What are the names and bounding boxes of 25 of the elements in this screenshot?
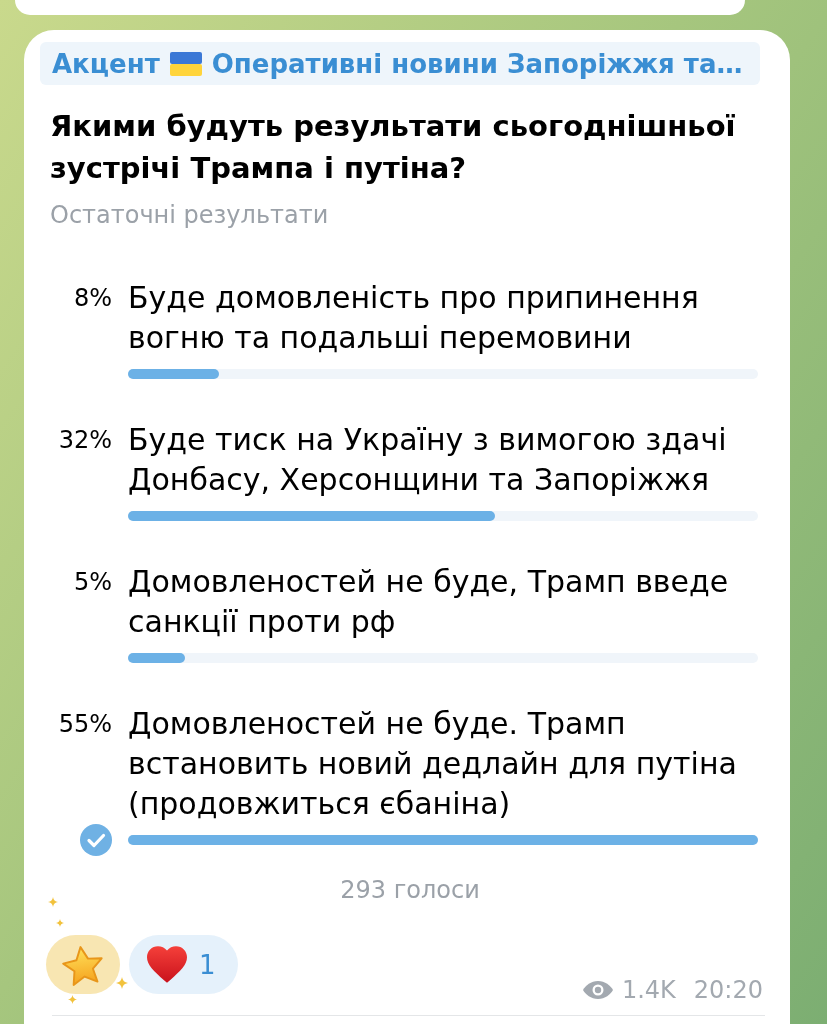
option-text: Буде домовленість про припинення вогню та подальші перемовини — [128, 279, 700, 357]
option-percent: 5% — [73, 567, 112, 598]
eye-icon — [581, 980, 614, 1000]
vote-count: 293 голоси — [340, 875, 480, 905]
poll-question: Якими будуть результати сьогоднішньої зустрічі Трампа і путіна? — [50, 108, 737, 187]
option-percent: 55% — [58, 709, 112, 740]
sparkle-icon — [68, 995, 77, 1004]
flag-icon — [169, 51, 202, 76]
poll-status: Остаточні результати — [50, 200, 330, 230]
heart-icon — [147, 946, 187, 983]
channel-name: Акцент — [52, 48, 160, 79]
heart-reaction-button[interactable]: 1 — [129, 935, 238, 994]
sparkle-icon — [116, 977, 128, 989]
view-count: 1.4K — [621, 975, 676, 1005]
option-percent: 32% — [58, 425, 112, 456]
sparkle-icon — [48, 897, 58, 907]
channel-title: Оперативні новини Запоріжжя та… — [211, 48, 743, 79]
option-text: Домовленостей не буде. Трамп встановить новий дедлайн для путіна (продовжиться єбаніна) — [128, 705, 738, 823]
message-time: 20:20 — [693, 975, 763, 1005]
option-text: Буде тиск на Україну з вимогою здачі Донбасу, Херсонщини та Запоріжжя — [128, 421, 728, 499]
channel-name-bar[interactable]: Акцент Оперативні новини Запоріжжя та… — [40, 42, 760, 85]
star-reaction-button[interactable] — [46, 935, 120, 994]
sparkle-icon — [56, 919, 64, 927]
option-percent: 8% — [73, 283, 112, 314]
option-text: Домовленостей не буде, Трамп введе санкції проти рф — [128, 563, 730, 641]
